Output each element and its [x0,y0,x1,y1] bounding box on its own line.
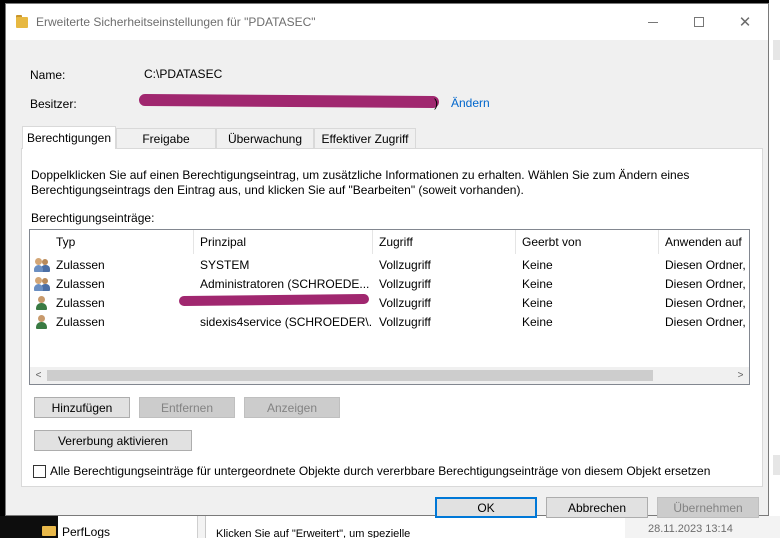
list-item[interactable]: Zulassen sidexis4service (SCHROEDER\... … [30,313,749,332]
folder-icon [16,15,28,29]
enable-inheritance-button[interactable]: Vererbung aktivieren [34,430,192,451]
apply-button[interactable]: Übernehmen [657,497,759,518]
cell-type: Zulassen [56,277,105,291]
cell-access: Vollzugriff [379,315,431,329]
close-icon: ✕ [738,14,752,31]
folder-icon [42,526,56,536]
cancel-button[interactable]: Abbrechen [546,497,648,518]
background-explorer: PerfLogs Klicken Sie auf "Erweitert", um… [0,516,780,538]
cell-applies-to: Diesen Ordner, U [665,258,750,272]
cell-type: Zulassen [56,258,105,272]
minimize-icon [648,21,658,23]
cell-type: Zulassen [56,315,105,329]
scroll-left-icon[interactable]: < [30,367,47,384]
list-item[interactable]: Zulassen SYSTEM Vollzugriff Keine Diesen… [30,256,749,275]
owner-label: Besitzer: [30,97,77,111]
tab-sharing[interactable]: Freigabe [116,128,216,148]
replace-child-permissions-label: Alle Berechtigungseinträge für untergeor… [50,464,711,478]
column-header-access[interactable]: Zugriff [373,230,516,254]
cell-access: Vollzugriff [379,296,431,310]
remove-button[interactable]: Entfernen [139,397,235,418]
column-header-principal[interactable]: Prinzipal [194,230,373,254]
tab-permissions[interactable]: Berechtigungen [22,126,116,149]
cell-principal: Administratoren (SCHROEDE... [200,277,370,291]
entries-label: Berechtigungseinträge: [31,211,155,225]
advanced-security-dialog: Erweiterte Sicherheitseinstellungen für … [5,3,769,518]
replace-child-permissions-checkbox[interactable] [33,464,46,478]
cell-applies-to: Diesen Ordner, U [665,315,750,329]
maximize-icon [694,17,704,27]
column-header-inherited-from[interactable]: Geerbt von [516,230,659,254]
horizontal-scrollbar[interactable]: < > [30,367,749,384]
principal-redaction [178,294,370,306]
name-value: C:\PDATASEC [144,67,223,81]
background-window-edge [769,0,780,538]
column-header-applies-to[interactable]: Anwenden auf [659,230,749,254]
cell-inherited-from: Keine [522,296,553,310]
minimize-button[interactable] [630,4,676,40]
close-button[interactable]: ✕ [722,4,768,40]
list-item[interactable]: Zulassen Vollzugriff Keine Diesen Ordner… [30,294,749,313]
cell-access: Vollzugriff [379,277,431,291]
cell-type: Zulassen [56,296,105,310]
list-item[interactable]: Zulassen Administratoren (SCHROEDE... Vo… [30,275,749,294]
background-properties-pane: Klicken Sie auf "Erweitert", um speziell… [205,516,625,538]
permission-entries-list[interactable]: Typ Prinzipal Zugriff Geerbt von Anwende… [29,229,750,385]
title-bar[interactable]: Erweiterte Sicherheitseinstellungen für … [6,4,768,40]
ok-button[interactable]: OK [435,497,537,518]
cell-principal: SYSTEM [200,258,250,272]
tab-auditing[interactable]: Überwachung [216,128,314,148]
owner-value: ) [434,96,438,110]
cell-inherited-from: Keine [522,258,553,272]
cell-inherited-from: Keine [522,315,553,329]
cell-applies-to: Diesen Ordner, U [665,277,750,291]
background-strip [773,455,780,475]
background-date: 28.11.2023 13:14 [648,523,733,535]
cell-principal: sidexis4service (SCHROEDER\... [200,315,373,329]
column-header-type[interactable]: Typ [30,230,194,254]
window-title: Erweiterte Sicherheitseinstellungen für … [36,15,316,29]
background-strip [773,40,780,60]
scroll-thumb[interactable] [47,370,653,381]
background-hint-text: Klicken Sie auf "Erweitert", um speziell… [216,528,411,538]
owner-redaction [138,93,440,109]
add-button[interactable]: Hinzufügen [34,397,130,418]
name-label: Name: [30,68,66,82]
tab-effective-access[interactable]: Effektiver Zugriff [314,128,416,148]
permissions-panel: Doppelklicken Sie auf einen Berechtigung… [21,148,763,487]
instruction-text: Doppelklicken Sie auf einen Berechtigung… [31,168,690,197]
maximize-button[interactable] [676,4,722,40]
cell-inherited-from: Keine [522,277,553,291]
replace-child-permissions-option[interactable]: Alle Berechtigungseinträge für untergeor… [33,464,710,478]
change-owner-link[interactable]: Ändern [451,96,490,110]
background-folder-label: PerfLogs [62,525,111,538]
cell-access: Vollzugriff [379,258,431,272]
scroll-right-icon[interactable]: > [732,367,749,384]
cell-applies-to: Diesen Ordner, U [665,296,750,310]
view-button[interactable]: Anzeigen [244,397,340,418]
list-header: Typ Prinzipal Zugriff Geerbt von Anwende… [30,230,749,254]
